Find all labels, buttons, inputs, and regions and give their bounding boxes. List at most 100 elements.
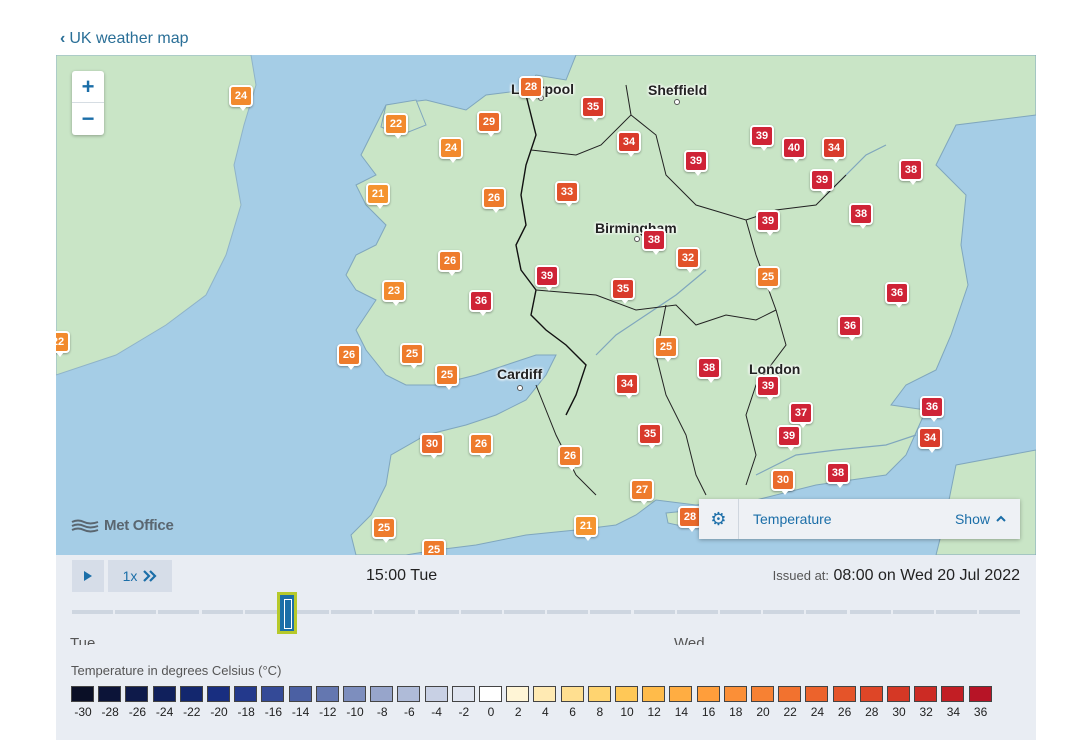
timeline-segment[interactable]	[892, 610, 934, 614]
timeline-segment[interactable]	[504, 610, 545, 614]
temperature-marker[interactable]: 34	[617, 131, 641, 157]
speed-button[interactable]: 1x	[108, 560, 172, 592]
weather-map[interactable]: + − Liverpool Sheffield Birmingham Cardi…	[56, 55, 1036, 555]
temperature-marker[interactable]: 24	[229, 85, 253, 111]
temperature-marker[interactable]: 39	[684, 150, 708, 176]
temperature-marker[interactable]: 22	[56, 331, 70, 357]
timeline-segment[interactable]	[849, 610, 891, 614]
temperature-marker[interactable]: 25	[654, 336, 678, 362]
temperature-marker[interactable]: 37	[789, 402, 813, 428]
temperature-marker[interactable]: 26	[469, 433, 493, 459]
temperature-marker[interactable]: 30	[420, 433, 444, 459]
timeline-segment[interactable]	[633, 610, 675, 614]
layer-show-toggle[interactable]: Show	[955, 511, 1006, 527]
timeline-segment[interactable]	[590, 610, 632, 614]
temperature-marker[interactable]: 30	[771, 469, 795, 495]
chevron-up-icon	[996, 515, 1006, 522]
temperature-marker[interactable]: 35	[611, 278, 635, 304]
temperature-marker[interactable]: 22	[384, 113, 408, 139]
temperature-marker[interactable]: 38	[899, 159, 923, 185]
timeline-segment[interactable]	[331, 610, 373, 614]
temperature-marker[interactable]: 36	[885, 282, 909, 308]
temperature-marker[interactable]: 21	[366, 183, 390, 209]
timeline-segment[interactable]	[115, 610, 157, 614]
temperature-marker[interactable]: 36	[469, 290, 493, 316]
layer-label: Temperature	[753, 511, 832, 527]
temperature-marker[interactable]: 38	[849, 203, 873, 229]
temperature-marker[interactable]: 24	[439, 137, 463, 163]
temperature-marker[interactable]: 35	[638, 423, 662, 449]
timeline-segment[interactable]	[201, 610, 243, 614]
legend-swatch	[669, 686, 693, 702]
legend-swatch	[696, 686, 720, 702]
temperature-marker[interactable]: 39	[756, 210, 780, 236]
timeline-segment[interactable]	[936, 610, 977, 614]
timeline-handle[interactable]	[277, 592, 297, 634]
legend-swatch-label: 8	[596, 705, 604, 719]
temperature-marker[interactable]: 29	[477, 111, 501, 137]
timeline-segment[interactable]	[806, 610, 848, 614]
temperature-marker[interactable]: 34	[918, 427, 942, 453]
legend-swatch	[859, 686, 883, 702]
city-dot-sheffield	[674, 99, 680, 105]
legend-swatch	[71, 686, 94, 702]
temperature-marker[interactable]: 38	[642, 229, 666, 255]
legend-swatch-label: 20	[756, 705, 770, 719]
temperature-marker[interactable]: 39	[535, 265, 559, 291]
timeline-segment[interactable]	[72, 610, 113, 614]
temperature-marker[interactable]: 27	[630, 479, 654, 505]
play-button[interactable]	[72, 560, 104, 592]
timeline-track[interactable]	[72, 610, 1021, 614]
temperature-marker[interactable]: 36	[920, 396, 944, 422]
zoom-in-button[interactable]: +	[72, 71, 104, 103]
gear-icon[interactable]: ⚙	[699, 499, 739, 539]
legend-swatch	[506, 686, 530, 702]
temperature-marker[interactable]: 36	[838, 315, 862, 341]
temperature-marker[interactable]: 38	[697, 357, 721, 383]
temperature-marker[interactable]: 25	[756, 266, 780, 292]
legend-swatch	[370, 686, 394, 702]
timeline-segment[interactable]	[374, 610, 416, 614]
legend-swatch	[343, 686, 366, 702]
temperature-marker[interactable]: 34	[615, 373, 639, 399]
temperature-marker[interactable]: 39	[756, 375, 780, 401]
temperature-marker[interactable]: 34	[822, 137, 846, 163]
temperature-marker[interactable]: 21	[574, 515, 598, 541]
temperature-marker[interactable]: 38	[826, 462, 850, 488]
temperature-marker[interactable]: 25	[435, 364, 459, 390]
back-to-uk-weather-map-link[interactable]: ‹ UK weather map	[60, 30, 189, 48]
temperature-legend: Temperature in degrees Celsius (°C) -30-…	[56, 645, 1036, 740]
temperature-marker[interactable]: 33	[555, 181, 579, 207]
temperature-marker[interactable]: 26	[482, 187, 506, 213]
temperature-marker[interactable]: 26	[438, 250, 462, 276]
legend-swatch-label: -28	[101, 705, 119, 719]
temperature-marker[interactable]: 40	[782, 137, 806, 163]
legend-swatch-label: 32	[919, 705, 933, 719]
legend-swatch	[587, 686, 611, 702]
temperature-marker[interactable]: 28	[519, 76, 543, 102]
temperature-marker[interactable]: 39	[810, 169, 834, 195]
temperature-marker[interactable]: 35	[581, 96, 605, 122]
temperature-marker[interactable]: 23	[382, 280, 406, 306]
temperature-marker[interactable]: 39	[750, 125, 774, 151]
temperature-marker[interactable]: 25	[422, 539, 446, 555]
timeline-segment[interactable]	[460, 610, 502, 614]
legend-swatch-label: -30	[74, 705, 92, 719]
temperature-marker[interactable]: 39	[777, 425, 801, 451]
timeline-segment[interactable]	[158, 610, 200, 614]
legend-swatch-label: 26	[837, 705, 852, 719]
legend-swatch	[751, 686, 774, 702]
timeline-segment[interactable]	[547, 610, 589, 614]
timeline-segment[interactable]	[676, 610, 718, 614]
temperature-marker[interactable]: 25	[372, 517, 396, 543]
legend-swatch	[451, 686, 475, 702]
zoom-out-button[interactable]: −	[72, 103, 104, 135]
timeline-segment[interactable]	[720, 610, 761, 614]
timeline-segment[interactable]	[763, 610, 805, 614]
temperature-marker[interactable]: 32	[676, 247, 700, 273]
temperature-marker[interactable]: 26	[337, 344, 361, 370]
temperature-marker[interactable]: 25	[400, 343, 424, 369]
timeline-segment[interactable]	[417, 610, 459, 614]
temperature-marker[interactable]: 26	[558, 445, 582, 471]
timeline-segment[interactable]	[979, 610, 1021, 614]
